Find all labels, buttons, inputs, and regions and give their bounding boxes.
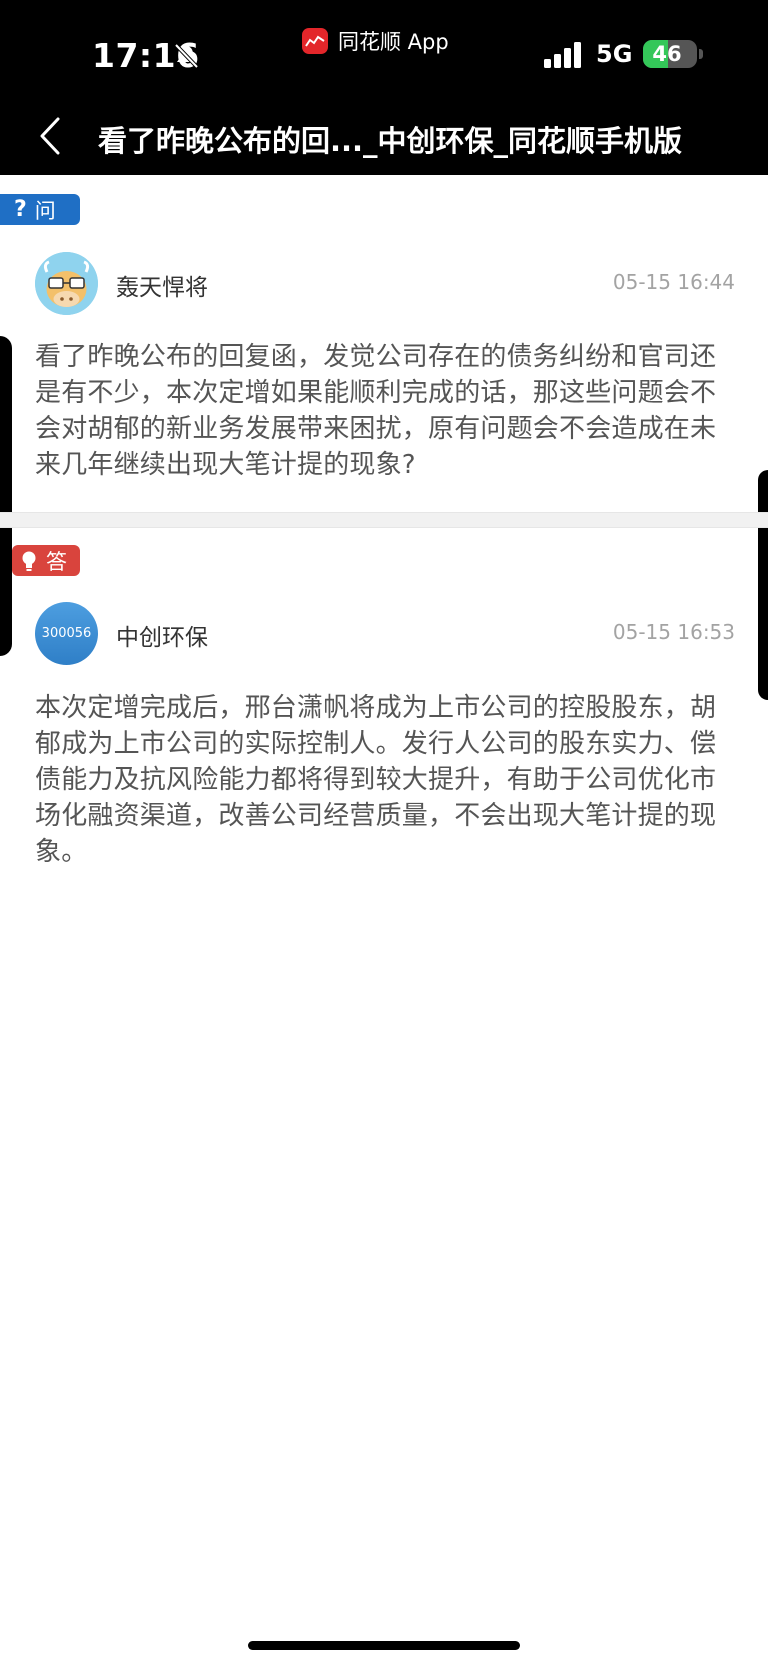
stock-code: 300056 xyxy=(41,626,92,641)
left-edge-overlay xyxy=(0,336,12,656)
answer-badge: 答 xyxy=(12,545,80,576)
question-badge: ? 问 xyxy=(0,194,80,225)
answer-text: 本次定增完成后，邢台潇帆将成为上市公司的控股股东，胡郁成为上市公司的实际控制人。… xyxy=(35,693,717,867)
screen: 17:16 同花顺 App 5G 46 看了昨晚公布的回..._中创环保_同花顺… xyxy=(0,0,768,1669)
question-badge-label: 问 xyxy=(34,198,56,223)
battery-indicator: 46 xyxy=(643,40,697,68)
question-header: 轰天悍将 05-15 16:44 xyxy=(35,252,735,316)
post-time: 05-15 16:53 xyxy=(612,620,735,644)
answer-header: 300056 中创环保 05-15 16:53 xyxy=(35,602,735,666)
battery-cap xyxy=(699,49,703,59)
battery-level: 46 xyxy=(652,42,682,66)
avatar[interactable] xyxy=(35,252,98,315)
page-title: 看了昨晚公布的回..._中创环保_同花顺手机版 xyxy=(98,124,683,158)
lightbulb-icon xyxy=(22,551,36,571)
section-divider xyxy=(0,512,768,528)
author-name[interactable]: 轰天悍将 xyxy=(116,268,208,302)
answer-badge-label: 答 xyxy=(46,549,67,574)
post-time: 05-15 16:44 xyxy=(612,270,735,294)
app-logo-icon xyxy=(302,28,328,54)
author-name[interactable]: 中创环保 xyxy=(116,618,208,652)
company-avatar[interactable]: 300056 xyxy=(35,602,98,665)
nav-bar: 看了昨晚公布的回..._中创环保_同花顺手机版 xyxy=(0,100,768,175)
app-name: 同花顺 App xyxy=(338,30,449,54)
home-indicator[interactable] xyxy=(248,1641,520,1650)
right-edge-overlay xyxy=(758,470,768,700)
cow-avatar-icon xyxy=(35,252,98,315)
status-bar: 17:16 同花顺 App 5G 46 xyxy=(0,0,768,100)
app-indicator[interactable]: 同花顺 App xyxy=(302,26,449,56)
question-mark-icon: ? xyxy=(14,197,27,222)
chevron-left-icon xyxy=(40,117,60,155)
back-button[interactable] xyxy=(28,108,72,164)
bell-muted-icon xyxy=(174,43,199,69)
signal-icon xyxy=(544,42,581,68)
network-type: 5G xyxy=(596,40,633,68)
question-text: 看了昨晚公布的回复函，发觉公司存在的债务纠纷和官司还是有不少，本次定增如果能顺利… xyxy=(35,342,717,480)
